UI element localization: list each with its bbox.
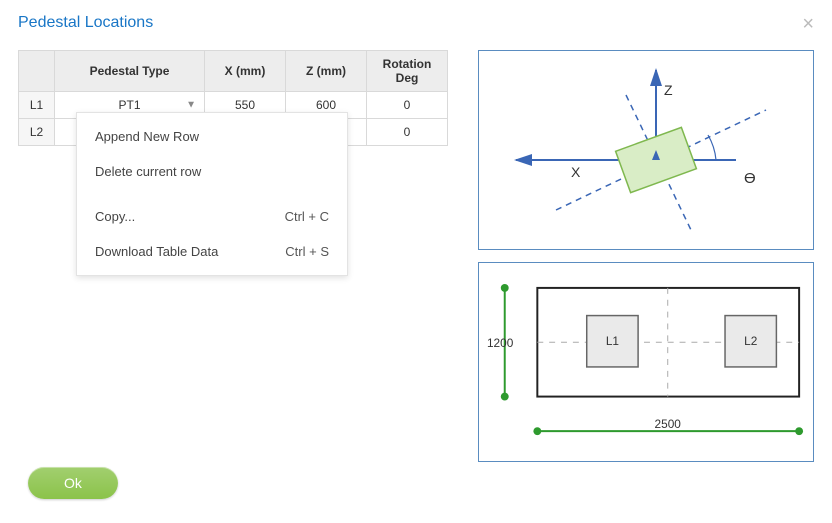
row-id: L2: [19, 119, 55, 146]
chevron-down-icon[interactable]: ▼: [186, 100, 196, 111]
ped2-label: L2: [744, 334, 757, 348]
axis-z-label: Z: [664, 82, 673, 98]
menu-copy[interactable]: Copy... Ctrl + C: [77, 199, 347, 234]
context-menu: Append New Row Delete current row Copy..…: [76, 112, 348, 276]
plan-figure: 1200 2500 L1 L2: [478, 262, 814, 462]
menu-shortcut: Ctrl + C: [285, 209, 329, 224]
menu-label: Download Table Data: [95, 244, 218, 259]
dim-height: 1200: [487, 336, 514, 350]
menu-shortcut: Ctrl + S: [285, 244, 329, 259]
row-id: L1: [19, 92, 55, 119]
col-rotation[interactable]: Rotation Deg: [367, 51, 448, 92]
col-x[interactable]: X (mm): [205, 51, 286, 92]
col-z[interactable]: Z (mm): [286, 51, 367, 92]
col-corner: [19, 51, 55, 92]
cell-rotation[interactable]: 0: [367, 92, 448, 119]
close-icon[interactable]: ×: [802, 14, 814, 34]
axis-x-label: X: [571, 164, 581, 180]
menu-append-row[interactable]: Append New Row: [77, 119, 347, 154]
menu-download[interactable]: Download Table Data Ctrl + S: [77, 234, 347, 269]
cell-value: PT1: [118, 98, 140, 112]
ok-button[interactable]: Ok: [28, 467, 118, 499]
ped1-label: L1: [606, 334, 620, 348]
cell-rotation[interactable]: 0: [367, 119, 448, 146]
col-pedestal-type[interactable]: Pedestal Type: [55, 51, 205, 92]
menu-label: Append New Row: [95, 129, 199, 144]
dim-width: 2500: [655, 417, 682, 431]
orientation-figure: X Z ϴ: [478, 50, 814, 250]
axis-theta-label: ϴ: [744, 170, 756, 187]
menu-delete-row[interactable]: Delete current row: [77, 154, 347, 189]
dialog-title: Pedestal Locations: [18, 14, 814, 32]
menu-label: Copy...: [95, 209, 135, 224]
menu-label: Delete current row: [95, 164, 201, 179]
